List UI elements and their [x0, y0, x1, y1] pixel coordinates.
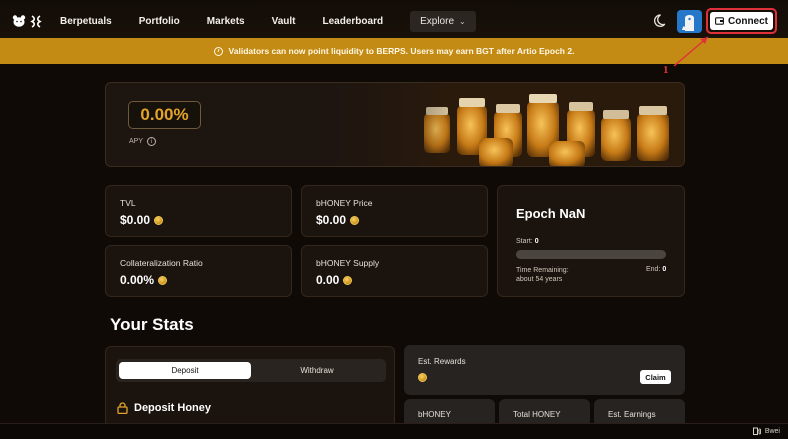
tvl-label: TVL — [120, 198, 136, 208]
epoch-progress-bar — [516, 250, 666, 259]
epoch-title: Epoch NaN — [516, 206, 586, 221]
deposit-withdraw-tabs: Deposit Withdraw — [116, 359, 386, 382]
connect-button[interactable]: Connect — [710, 12, 773, 30]
deposit-title-row: Deposit Honey — [117, 402, 211, 414]
chevron-down-icon: ⌄ — [459, 16, 466, 26]
info-icon[interactable]: i — [147, 137, 157, 146]
berps-glyph-icon — [30, 14, 42, 28]
collateralization-card: Collateralization Ratio 0.00% — [105, 245, 292, 297]
connect-highlight: Connect — [706, 8, 777, 34]
epoch-start-value: 0 — [534, 238, 539, 245]
tvl-value-row: $0.00 — [120, 213, 164, 227]
network-label: Bwei — [764, 427, 780, 435]
epoch-remaining-label: Time Remaining: — [516, 267, 569, 274]
honey-coin-icon — [158, 275, 168, 285]
deposit-title: Deposit Honey — [134, 402, 212, 414]
bear-logo-icon — [12, 15, 26, 27]
honey-coin-icon — [154, 215, 164, 225]
apy-label: APY — [129, 138, 144, 145]
annotation-number: 1 — [663, 64, 669, 76]
collateralization-value: 0.00% — [120, 273, 155, 287]
your-stats-title: Your Stats — [110, 315, 194, 334]
gas-pump-icon — [752, 427, 761, 435]
est-rewards-label: Est. Rewards — [418, 357, 466, 366]
epoch-remaining-value: about 54 years — [516, 276, 563, 283]
total-honey-label: Total HONEY — [513, 410, 561, 419]
annotation-arrow-icon — [673, 36, 709, 67]
explore-dropdown[interactable]: Explore ⌄ — [410, 10, 476, 32]
bhoney-supply-card: bHONEY Supply 0.00 — [301, 245, 488, 297]
connect-label: Connect — [728, 15, 768, 27]
bhoney-balance-label: bHONEY — [418, 410, 451, 419]
tab-withdraw[interactable]: Withdraw — [251, 362, 383, 379]
epoch-end: End: 0 — [646, 266, 666, 273]
epoch-end-label: End: — [646, 266, 661, 273]
apy-value: 0.00% — [128, 101, 201, 129]
honey-coin-icon — [350, 215, 360, 225]
lock-icon — [117, 402, 128, 414]
nav-link-vault[interactable]: Vault — [272, 16, 296, 27]
tab-deposit[interactable]: Deposit — [119, 362, 251, 379]
nav-link-berpetuals[interactable]: Berpetuals — [60, 16, 112, 27]
clock-icon — [213, 46, 223, 56]
epoch-start: Start: 0 — [516, 238, 539, 245]
bhoney-supply-value: 0.00 — [316, 273, 340, 287]
epoch-start-label: Start: — [516, 238, 533, 245]
collateralization-value-row: 0.00% — [120, 273, 168, 287]
bhoney-price-label: bHONEY Price — [316, 198, 373, 208]
bhoney-supply-label: bHONEY Supply — [316, 258, 380, 268]
moon-icon[interactable] — [654, 13, 669, 28]
epoch-remaining: Time Remaining: about 54 years — [516, 266, 569, 284]
apy-label-row: APY i — [129, 137, 157, 146]
honey-coin-icon — [343, 275, 353, 285]
explore-label: Explore — [420, 15, 454, 27]
wallet-icon — [715, 17, 724, 25]
honey-coin-icon — [418, 373, 427, 382]
bhoney-price-value-row: $0.00 — [316, 213, 360, 227]
claim-button[interactable]: Claim — [640, 370, 671, 384]
nav-link-portfolio[interactable]: Portfolio — [139, 16, 180, 27]
nav-link-leaderboard[interactable]: Leaderboard — [323, 16, 384, 27]
tvl-value: $0.00 — [120, 213, 151, 227]
est-earnings-label: Est. Earnings — [608, 410, 656, 419]
network-status[interactable]: Bwei — [752, 427, 780, 435]
logo[interactable] — [12, 14, 42, 28]
honey-jars-image — [329, 83, 684, 166]
banner-text: Validators can now point liquidity to BE… — [228, 46, 575, 56]
apy-hero: 0.00% APY i — [105, 82, 685, 167]
epoch-card: Epoch NaN Start: 0 Time Remaining: about… — [497, 185, 685, 297]
bhoney-price-value: $0.00 — [316, 213, 347, 227]
est-rewards-panel: Est. Rewards Claim — [404, 345, 685, 395]
epoch-end-value: 0 — [662, 266, 667, 273]
tvl-card: TVL $0.00 — [105, 185, 292, 237]
footer-bar: Bwei — [0, 423, 788, 439]
bhoney-supply-value-row: 0.00 — [316, 273, 353, 287]
bhoney-price-card: bHONEY Price $0.00 — [301, 185, 488, 237]
nav-link-markets[interactable]: Markets — [207, 16, 245, 27]
collateralization-label: Collateralization Ratio — [120, 258, 203, 268]
